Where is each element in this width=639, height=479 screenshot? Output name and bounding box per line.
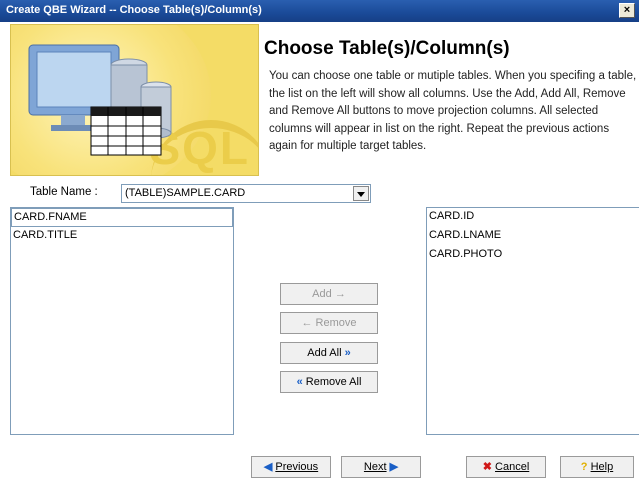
page-description: You can choose one table or mutiple tabl…	[269, 70, 637, 152]
remove-button[interactable]: ← Remove	[280, 312, 378, 334]
right-arrow-icon: →	[334, 288, 346, 300]
table-name-value: (TABLE)SAMPLE.CARD	[125, 187, 246, 199]
add-all-button[interactable]: Add All »	[280, 342, 378, 364]
double-left-arrow-icon: «	[296, 376, 303, 388]
title-bar: Create QBE Wizard -- Choose Table(s)/Col…	[0, 0, 639, 22]
double-right-arrow-icon: »	[344, 347, 351, 359]
list-item[interactable]: CARD.LNAME	[427, 227, 639, 246]
add-button[interactable]: Add →	[280, 283, 378, 305]
add-label: Add	[312, 288, 332, 300]
selected-columns-list[interactable]: CARD.ID CARD.LNAME CARD.PHOTO	[426, 207, 639, 435]
red-x-icon: ✖	[482, 461, 492, 473]
add-all-label: Add All	[307, 347, 342, 359]
left-arrow-icon: ←	[301, 317, 313, 329]
window-title: Create QBE Wizard -- Choose Table(s)/Col…	[6, 4, 262, 16]
right-arrow-icon: ▶	[389, 461, 399, 473]
available-columns-list[interactable]: CARD.FNAME CARD.TITLE	[10, 207, 234, 435]
question-mark-icon: ?	[580, 461, 588, 473]
help-button[interactable]: ? Help	[560, 456, 634, 478]
wizard-banner-image: SQL	[10, 24, 259, 176]
remove-all-button[interactable]: « Remove All	[280, 371, 378, 393]
previous-label: Previous	[275, 461, 319, 473]
table-name-dropdown[interactable]: (TABLE)SAMPLE.CARD	[121, 184, 371, 203]
left-arrow-icon: ◀	[263, 461, 273, 473]
help-label: Help	[590, 461, 614, 473]
database-table-icon	[28, 44, 172, 156]
list-item[interactable]: CARD.FNAME	[11, 208, 233, 227]
list-item[interactable]: CARD.TITLE	[11, 227, 233, 246]
remove-label: Remove	[315, 317, 357, 329]
next-button[interactable]: Next ▶	[341, 456, 421, 478]
list-item[interactable]: CARD.PHOTO	[427, 246, 639, 265]
next-label: Next	[363, 461, 387, 473]
remove-all-label: Remove All	[305, 376, 362, 388]
close-button[interactable]: ×	[619, 3, 635, 18]
previous-button[interactable]: ◀ Previous	[251, 456, 331, 478]
chevron-down-icon[interactable]	[353, 186, 369, 201]
list-item[interactable]: CARD.ID	[427, 208, 639, 227]
table-name-label: Table Name :	[30, 186, 98, 198]
cancel-label: Cancel	[495, 461, 530, 473]
cancel-button[interactable]: ✖ Cancel	[466, 456, 546, 478]
page-title: Choose Table(s)/Column(s)	[264, 38, 510, 59]
